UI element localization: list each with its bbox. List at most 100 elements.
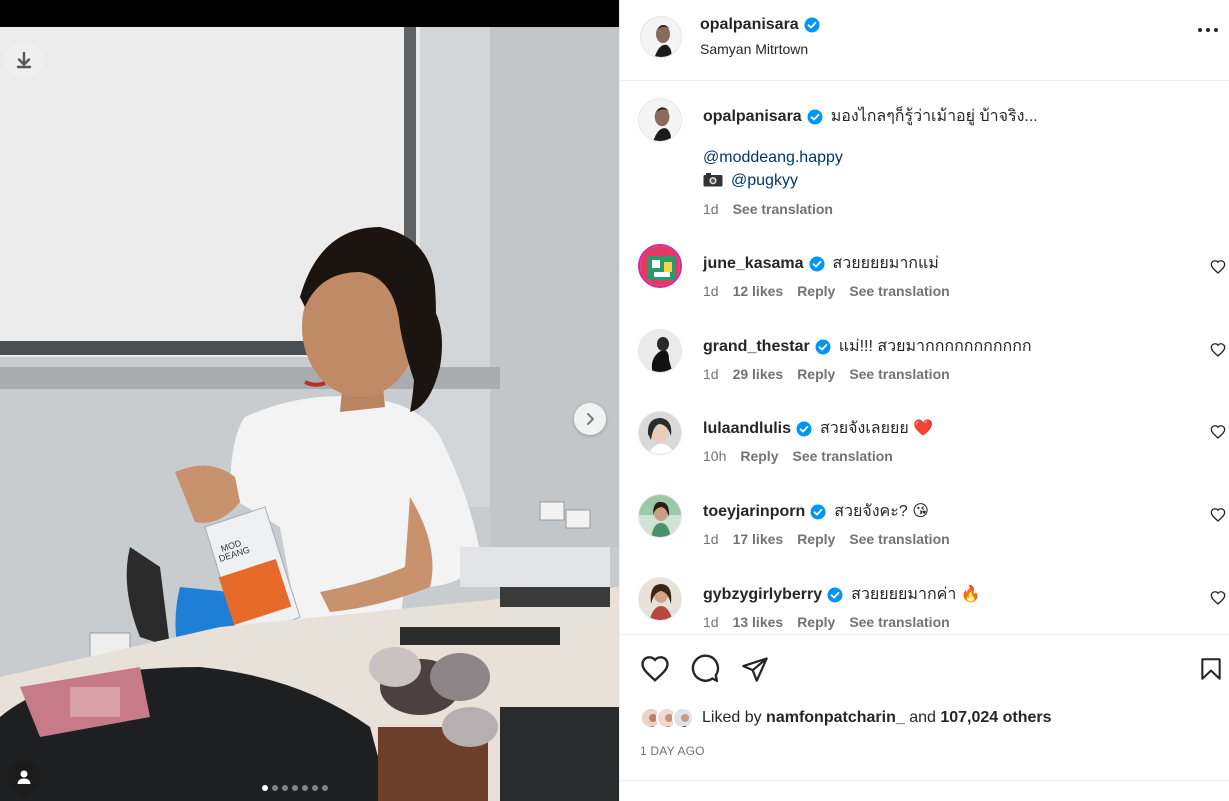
verified-badge-icon xyxy=(827,587,843,602)
carousel-dot xyxy=(262,785,268,791)
author-name-row: opalpanisara xyxy=(700,16,820,34)
reply-button[interactable]: Reply xyxy=(740,448,778,464)
see-translation-button[interactable]: See translation xyxy=(792,448,892,464)
commenter-avatar[interactable] xyxy=(638,244,682,288)
post-location[interactable]: Samyan Mitrtown xyxy=(700,41,808,57)
verified-badge-icon xyxy=(804,17,820,33)
instagram-post-modal: MOD DEANG opalpanisara Samyan Mitrtown o… xyxy=(0,0,1229,801)
carousel-dot xyxy=(302,785,308,791)
comments-list[interactable]: opalpanisara มองไกลๆก็รู้ว่าเม้าอยู่ บ้า… xyxy=(620,82,1229,634)
comment-line: lulaandlulis สวยจังเลยยย ❤️ xyxy=(703,416,933,441)
see-translation-button[interactable]: See translation xyxy=(849,531,949,547)
post-header: opalpanisara Samyan Mitrtown xyxy=(620,0,1229,81)
carousel-dot xyxy=(312,785,318,791)
heart-icon[interactable] xyxy=(1210,342,1226,358)
comment-likes[interactable]: 29 likes xyxy=(733,366,784,382)
verified-badge-icon xyxy=(796,421,812,436)
likes-count[interactable]: 107,024 others xyxy=(940,709,1051,726)
comment-time[interactable]: 1d xyxy=(703,531,719,547)
comment-likes[interactable]: 12 likes xyxy=(733,283,784,299)
commenter-username[interactable]: grand_thestar xyxy=(703,338,810,356)
caption-username[interactable]: opalpanisara xyxy=(703,108,802,126)
liker-avatar xyxy=(672,707,694,729)
liked-by-prefix: Liked by xyxy=(702,709,762,726)
add-comment-area[interactable] xyxy=(620,780,1229,801)
carousel-dot xyxy=(322,785,328,791)
send-icon xyxy=(742,657,768,682)
user-tag-icon xyxy=(17,770,31,784)
heart-icon[interactable] xyxy=(1210,590,1226,606)
caption-mention[interactable]: @moddeang.happy xyxy=(703,149,843,167)
author-avatar[interactable] xyxy=(640,16,682,58)
see-translation-button[interactable]: See translation xyxy=(849,366,949,382)
more-options-button[interactable] xyxy=(1198,28,1218,32)
caption-photo-credit: @pugkyy xyxy=(703,172,798,190)
carousel-dot xyxy=(292,785,298,791)
commenter-username[interactable]: gybzygirlyberry xyxy=(703,586,822,604)
like-button[interactable] xyxy=(639,653,671,685)
tagged-users-button[interactable] xyxy=(7,760,41,794)
comment-likes[interactable]: 13 likes xyxy=(733,614,784,630)
author-username[interactable]: opalpanisara xyxy=(700,16,799,34)
caption-text: มองไกลๆก็รู้ว่าเม้าอยู่ บ้าจริง... xyxy=(830,108,1038,125)
reply-button[interactable]: Reply xyxy=(797,366,835,382)
heart-icon[interactable] xyxy=(1210,424,1226,440)
more-horizontal-icon xyxy=(1198,28,1202,32)
caption-avatar[interactable] xyxy=(638,98,682,142)
liked-by-user[interactable]: namfonpatcharin_ xyxy=(766,709,905,726)
post-date[interactable]: 1 DAY AGO xyxy=(640,744,705,758)
save-button[interactable] xyxy=(1195,653,1227,685)
likes-summary: Liked by namfonpatcharin_ and 107,024 ot… xyxy=(640,707,1052,729)
comment-likes[interactable]: 17 likes xyxy=(733,531,784,547)
commenter-avatar[interactable] xyxy=(638,577,682,621)
comment-meta: 1d 12 likes Reply See translation xyxy=(703,283,950,299)
caption-line: opalpanisara มองไกลๆก็รู้ว่าเม้าอยู่ บ้า… xyxy=(703,104,1038,129)
download-icon xyxy=(16,51,32,69)
comment-meta: 1d 29 likes Reply See translation xyxy=(703,366,950,382)
liked-by-and: and xyxy=(909,709,936,726)
camera-icon xyxy=(703,173,723,187)
caption-mention[interactable]: @pugkyy xyxy=(731,172,798,189)
comment-button[interactable] xyxy=(689,653,721,685)
see-translation-button[interactable]: See translation xyxy=(849,283,949,299)
carousel-indicator xyxy=(262,785,328,791)
reply-button[interactable]: Reply xyxy=(797,614,835,630)
comment-time[interactable]: 10h xyxy=(703,448,726,464)
comment-time[interactable]: 1d xyxy=(703,366,719,382)
download-button[interactable] xyxy=(5,41,43,79)
next-photo-button[interactable] xyxy=(574,403,606,435)
comment-text: สวยจังคะ? 😘 xyxy=(834,503,929,520)
carousel-dot xyxy=(282,785,288,791)
commenter-username[interactable]: toeyjarinporn xyxy=(703,503,805,521)
verified-badge-icon xyxy=(815,339,831,354)
post-media: MOD DEANG xyxy=(0,0,619,801)
heart-icon[interactable] xyxy=(1210,507,1226,523)
comment-line: toeyjarinporn สวยจังคะ? 😘 xyxy=(703,499,929,524)
heart-icon[interactable] xyxy=(1210,259,1226,275)
comment-line: gybzygirlyberry สวยยยยมากค่า 🔥 xyxy=(703,582,981,607)
verified-badge-icon xyxy=(809,256,825,271)
comment-line: grand_thestar แม่!!! สวยมากกกกกกกกกกก xyxy=(703,334,1032,359)
commenter-avatar[interactable] xyxy=(638,411,682,455)
commenter-avatar[interactable] xyxy=(638,494,682,538)
reply-button[interactable]: Reply xyxy=(797,531,835,547)
share-button[interactable] xyxy=(739,653,771,685)
commenter-username[interactable]: june_kasama xyxy=(703,255,804,273)
commenter-avatar[interactable] xyxy=(638,329,682,373)
verified-badge-icon xyxy=(810,504,826,519)
see-translation-button[interactable]: See translation xyxy=(849,614,949,630)
post-photo[interactable]: MOD DEANG xyxy=(0,27,619,801)
comment-text: แม่!!! สวยมากกกกกกกกกกก xyxy=(838,338,1032,355)
verified-badge-icon xyxy=(807,109,823,124)
comment-time[interactable]: 1d xyxy=(703,283,719,299)
heart-icon xyxy=(641,656,669,682)
caption-time[interactable]: 1d xyxy=(703,201,719,217)
media-top-bar xyxy=(0,0,619,27)
reply-button[interactable]: Reply xyxy=(797,283,835,299)
comment-time[interactable]: 1d xyxy=(703,614,719,630)
see-translation-button[interactable]: See translation xyxy=(733,201,833,217)
post-actions: Liked by namfonpatcharin_ and 107,024 ot… xyxy=(620,634,1229,780)
commenter-username[interactable]: lulaandlulis xyxy=(703,420,791,438)
bookmark-icon xyxy=(1201,658,1221,680)
liked-by-text: Liked by namfonpatcharin_ and 107,024 ot… xyxy=(702,709,1052,727)
